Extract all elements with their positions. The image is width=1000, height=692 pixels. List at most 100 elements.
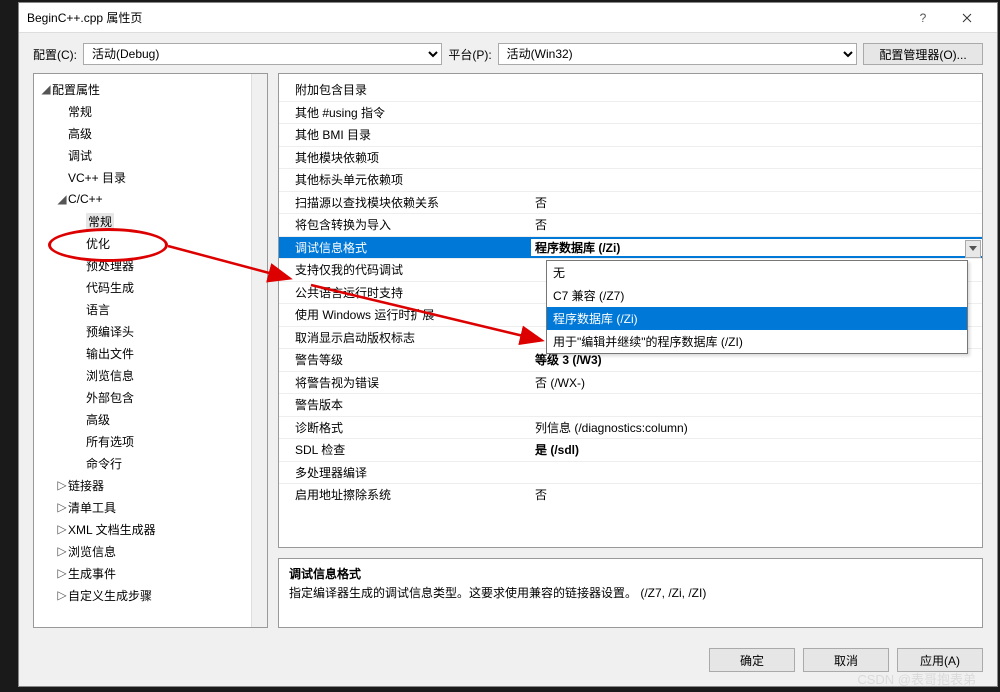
tree-item-label: 调试 bbox=[68, 147, 92, 164]
tree-item[interactable]: 预编译头 bbox=[34, 320, 251, 342]
tree-item-label: 高级 bbox=[68, 125, 92, 142]
cancel-button[interactable]: 取消 bbox=[803, 648, 889, 672]
tree-item-label: 高级 bbox=[86, 411, 110, 428]
property-name: 使用 Windows 运行时扩展 bbox=[279, 306, 531, 323]
property-row[interactable]: 扫描源以查找模块依赖关系否 bbox=[279, 191, 982, 214]
tree-item-label: 浏览信息 bbox=[86, 367, 134, 384]
property-value[interactable]: 是 (/sdl) bbox=[531, 441, 982, 458]
config-label: 配置(C): bbox=[33, 46, 77, 63]
tree-item[interactable]: ▷生成事件 bbox=[34, 562, 251, 584]
property-value[interactable]: 否 (/WX-) bbox=[531, 374, 982, 391]
tree-item[interactable]: 常规 bbox=[34, 210, 251, 232]
tree-item-label: 链接器 bbox=[68, 477, 104, 494]
right-column: 附加包含目录其他 #using 指令其他 BMI 目录其他模块依赖项其他标头单元… bbox=[278, 73, 983, 628]
ok-button[interactable]: 确定 bbox=[709, 648, 795, 672]
property-value[interactable]: 否 bbox=[531, 216, 982, 233]
tree-item-label: 所有选项 bbox=[86, 433, 134, 450]
tree-item-label: C/C++ bbox=[68, 192, 103, 206]
property-value[interactable]: 程序数据库 (/Zi) bbox=[531, 239, 982, 256]
tree-item[interactable]: 语言 bbox=[34, 298, 251, 320]
dropdown-option[interactable]: C7 兼容 (/Z7) bbox=[547, 284, 967, 307]
tree-item-label: 外部包含 bbox=[86, 389, 134, 406]
tree-item[interactable]: 外部包含 bbox=[34, 386, 251, 408]
tree-item[interactable]: ▷自定义生成步骤 bbox=[34, 584, 251, 606]
property-name: 警告等级 bbox=[279, 351, 531, 368]
property-name: 支持仅我的代码调试 bbox=[279, 261, 531, 278]
tree-item[interactable]: 所有选项 bbox=[34, 430, 251, 452]
property-row[interactable]: 其他模块依赖项 bbox=[279, 146, 982, 169]
value-dropdown[interactable]: 无C7 兼容 (/Z7)程序数据库 (/Zi)用于"编辑并继续"的程序数据库 (… bbox=[546, 260, 968, 354]
property-row[interactable]: 启用地址擦除系统否 bbox=[279, 483, 982, 506]
property-value[interactable]: 否 bbox=[531, 194, 982, 211]
tree-item[interactable]: 代码生成 bbox=[34, 276, 251, 298]
tree-item-label: 预处理器 bbox=[86, 257, 134, 274]
property-row[interactable]: 其他 #using 指令 bbox=[279, 101, 982, 124]
tree-panel: ◢配置属性常规高级调试VC++ 目录◢C/C++常规优化预处理器代码生成语言预编… bbox=[33, 73, 268, 628]
property-row[interactable]: 调试信息格式程序数据库 (/Zi) bbox=[279, 236, 982, 259]
property-value[interactable]: 否 bbox=[531, 486, 982, 503]
tree-item-label: 预编译头 bbox=[86, 323, 134, 340]
property-name: 扫描源以查找模块依赖关系 bbox=[279, 194, 531, 211]
property-row[interactable]: SDL 检查是 (/sdl) bbox=[279, 438, 982, 461]
property-name: 其他 BMI 目录 bbox=[279, 126, 531, 143]
description-body: 指定编译器生成的调试信息类型。这要求使用兼容的链接器设置。 (/Z7, /Zi,… bbox=[289, 584, 972, 601]
tree-item[interactable]: 优化 bbox=[34, 232, 251, 254]
dropdown-arrow-icon[interactable] bbox=[965, 240, 981, 258]
chevron-down-icon: ◢ bbox=[56, 192, 68, 206]
tree-item[interactable]: ◢配置属性 bbox=[34, 78, 251, 100]
tree-item[interactable]: 调试 bbox=[34, 144, 251, 166]
property-name: 取消显示启动版权标志 bbox=[279, 329, 531, 346]
tree-item[interactable]: ▷链接器 bbox=[34, 474, 251, 496]
description-panel: 调试信息格式 指定编译器生成的调试信息类型。这要求使用兼容的链接器设置。 (/Z… bbox=[278, 558, 983, 628]
tree-item[interactable]: ▷浏览信息 bbox=[34, 540, 251, 562]
property-row[interactable]: 将包含转换为导入否 bbox=[279, 213, 982, 236]
tree-item[interactable]: 输出文件 bbox=[34, 342, 251, 364]
tree-item-label: 清单工具 bbox=[68, 499, 116, 516]
tree-item[interactable]: 高级 bbox=[34, 122, 251, 144]
property-row[interactable]: 附加包含目录 bbox=[279, 78, 982, 101]
property-name: 多处理器编译 bbox=[279, 464, 531, 481]
property-row[interactable]: 多处理器编译 bbox=[279, 461, 982, 484]
tree-item-label: 生成事件 bbox=[68, 565, 116, 582]
tree-item[interactable]: ▷XML 文档生成器 bbox=[34, 518, 251, 540]
property-row[interactable]: 其他标头单元依赖项 bbox=[279, 168, 982, 191]
tree-item[interactable]: 高级 bbox=[34, 408, 251, 430]
chevron-right-icon: ▷ bbox=[56, 478, 68, 492]
property-row[interactable]: 其他 BMI 目录 bbox=[279, 123, 982, 146]
tree-item-label: 代码生成 bbox=[86, 279, 134, 296]
tree-inner[interactable]: ◢配置属性常规高级调试VC++ 目录◢C/C++常规优化预处理器代码生成语言预编… bbox=[34, 74, 251, 627]
tree-item[interactable]: ▷清单工具 bbox=[34, 496, 251, 518]
apply-button[interactable]: 应用(A) bbox=[897, 648, 983, 672]
dropdown-option[interactable]: 无 bbox=[547, 261, 967, 284]
tree-item[interactable]: 预处理器 bbox=[34, 254, 251, 276]
dropdown-option[interactable]: 用于"编辑并继续"的程序数据库 (/ZI) bbox=[547, 330, 967, 353]
tree-scrollbar[interactable] bbox=[251, 74, 267, 627]
property-row[interactable]: 警告版本 bbox=[279, 393, 982, 416]
help-button[interactable]: ? bbox=[901, 4, 945, 32]
tree-item[interactable]: 常规 bbox=[34, 100, 251, 122]
config-manager-button[interactable]: 配置管理器(O)... bbox=[863, 43, 983, 65]
tree-item[interactable]: 命令行 bbox=[34, 452, 251, 474]
property-pages-dialog: BeginC++.cpp 属性页 ? 配置(C): 活动(Debug) 平台(P… bbox=[18, 2, 998, 687]
property-name: SDL 检查 bbox=[279, 441, 531, 458]
tree-item-label: 语言 bbox=[86, 301, 110, 318]
property-value[interactable]: 列信息 (/diagnostics:column) bbox=[531, 419, 982, 436]
dropdown-option[interactable]: 程序数据库 (/Zi) bbox=[547, 307, 967, 330]
property-name: 附加包含目录 bbox=[279, 81, 531, 98]
close-button[interactable] bbox=[945, 4, 989, 32]
tree-item-label: 优化 bbox=[86, 235, 110, 252]
tree-item-label: 配置属性 bbox=[52, 81, 100, 98]
chevron-right-icon: ▷ bbox=[56, 544, 68, 558]
platform-select[interactable]: 活动(Win32) bbox=[498, 43, 857, 65]
config-select[interactable]: 活动(Debug) bbox=[83, 43, 442, 65]
tree-item[interactable]: ◢C/C++ bbox=[34, 188, 251, 210]
property-name: 警告版本 bbox=[279, 396, 531, 413]
main-area: ◢配置属性常规高级调试VC++ 目录◢C/C++常规优化预处理器代码生成语言预编… bbox=[19, 73, 997, 638]
property-name: 调试信息格式 bbox=[279, 239, 531, 256]
property-row[interactable]: 将警告视为错误否 (/WX-) bbox=[279, 371, 982, 394]
tree-item-label: VC++ 目录 bbox=[68, 169, 126, 186]
tree-item[interactable]: 浏览信息 bbox=[34, 364, 251, 386]
property-row[interactable]: 诊断格式列信息 (/diagnostics:column) bbox=[279, 416, 982, 439]
tree-item[interactable]: VC++ 目录 bbox=[34, 166, 251, 188]
property-name: 将包含转换为导入 bbox=[279, 216, 531, 233]
